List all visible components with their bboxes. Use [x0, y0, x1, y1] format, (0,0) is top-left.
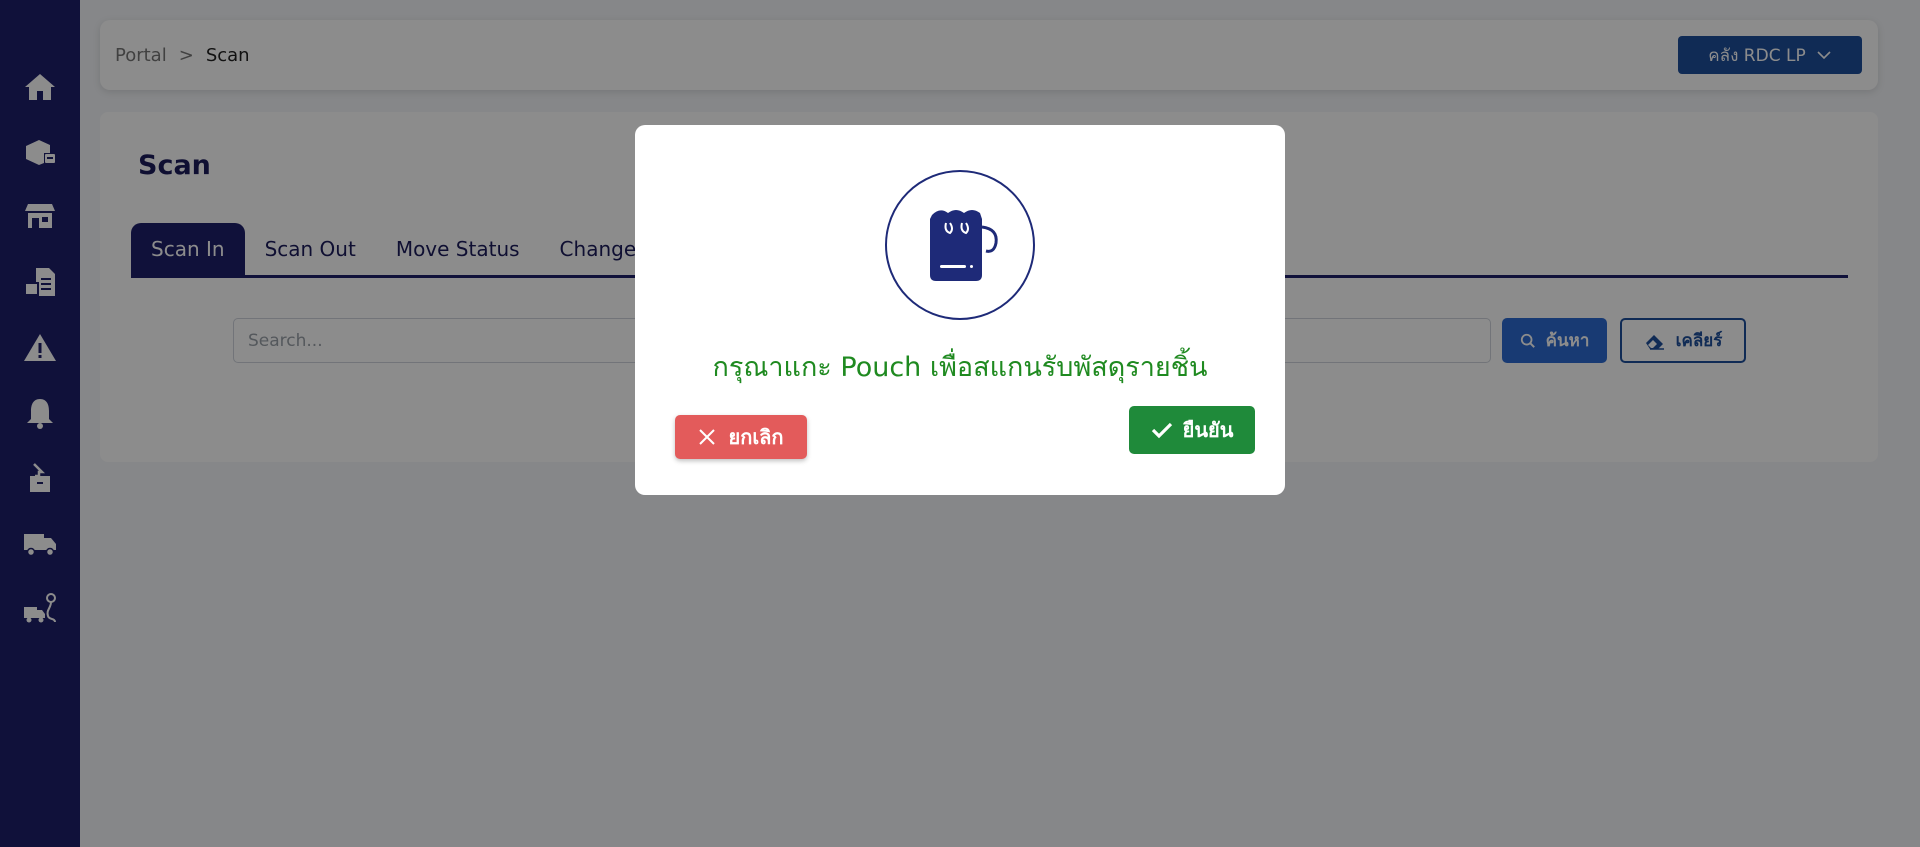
- pouch-icon-circle: [885, 170, 1035, 320]
- pouch-bag-icon: [930, 210, 998, 281]
- cancel-button[interactable]: ยกเลิก: [675, 415, 807, 459]
- cancel-button-label: ยกเลิก: [728, 425, 784, 449]
- close-icon: [699, 429, 716, 445]
- confirm-button-label: ยืนยัน: [1182, 418, 1234, 442]
- confirm-button[interactable]: ยืนยัน: [1129, 406, 1255, 454]
- confirm-dialog: กรุณาแกะ Pouch เพื่อสแกนรับพัสดุรายชิ้น …: [635, 125, 1285, 495]
- dialog-message: กรุณาแกะ Pouch เพื่อสแกนรับพัสดุรายชิ้น: [712, 352, 1208, 383]
- check-icon: [1151, 422, 1172, 439]
